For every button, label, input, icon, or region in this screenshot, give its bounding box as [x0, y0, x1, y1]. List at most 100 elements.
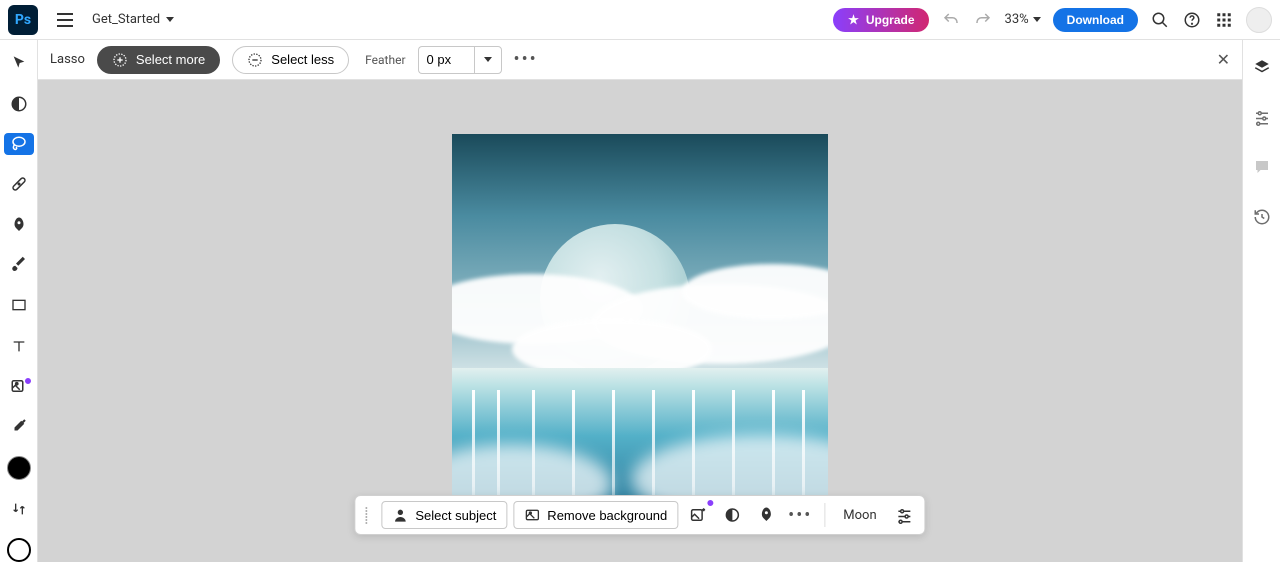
user-avatar[interactable] [1246, 7, 1272, 33]
minus-circle-icon [247, 52, 263, 68]
quick-actions-button[interactable] [752, 501, 780, 529]
rectangle-icon [11, 297, 27, 313]
context-bar: Select subject Remove background ••• Moo… [354, 495, 925, 535]
bandage-icon [10, 175, 28, 193]
select-less-button[interactable]: Select less [232, 46, 349, 74]
divider [824, 503, 825, 527]
new-feature-badge [706, 499, 714, 507]
rocket-icon [10, 216, 28, 234]
help-button[interactable] [1182, 10, 1202, 30]
redo-button[interactable] [973, 10, 993, 30]
upgrade-label: Upgrade [866, 13, 915, 27]
foreground-color[interactable] [4, 456, 34, 480]
feather-dropdown-button[interactable] [474, 46, 502, 74]
remove-background-label: Remove background [547, 508, 667, 523]
select-more-button[interactable]: Select more [97, 46, 220, 74]
move-tool[interactable] [4, 52, 34, 74]
text-tool[interactable] [4, 335, 34, 357]
select-less-label: Select less [271, 52, 334, 67]
swap-colors-button[interactable] [4, 498, 34, 520]
apps-grid-icon [1215, 11, 1233, 29]
shape-tool[interactable] [4, 294, 34, 316]
zoom-dropdown[interactable]: 33% [1005, 12, 1041, 27]
download-label: Download [1067, 13, 1124, 27]
circle-half-icon [10, 95, 28, 113]
feather-label: Feather [365, 53, 405, 67]
text-icon [11, 338, 27, 354]
header-right-group: Upgrade 33% Download [833, 7, 1272, 33]
chevron-down-icon [484, 57, 492, 62]
remove-background-button[interactable]: Remove background [513, 501, 678, 529]
lasso-icon [10, 135, 28, 153]
brush-tool[interactable] [4, 254, 34, 276]
swap-icon [11, 501, 27, 517]
artboard[interactable] [452, 134, 828, 510]
transform-tool[interactable] [4, 92, 34, 114]
sliders-icon [896, 506, 914, 524]
select-subject-button[interactable]: Select subject [381, 501, 507, 529]
generate-tool[interactable] [4, 375, 34, 397]
chevron-down-icon [166, 17, 174, 22]
layers-panel-button[interactable] [1247, 52, 1277, 82]
current-tool-label: Lasso [50, 52, 85, 67]
main-menu-button[interactable] [54, 13, 76, 27]
brush-icon [10, 256, 28, 274]
right-rail [1242, 40, 1280, 562]
download-button[interactable]: Download [1053, 8, 1138, 32]
select-subject-label: Select subject [415, 508, 496, 523]
photoshop-logo[interactable]: Ps [8, 5, 38, 35]
more-actions-button[interactable]: ••• [786, 501, 814, 529]
quick-actions-tool[interactable] [4, 213, 34, 235]
undo-button[interactable] [941, 10, 961, 30]
more-options-button[interactable]: ••• [514, 49, 538, 70]
drag-handle[interactable] [365, 504, 371, 526]
history-icon [1253, 208, 1271, 226]
color-stroke-swatch [7, 538, 31, 562]
document-name: Get_Started [92, 12, 160, 27]
feather-value-input[interactable] [418, 46, 474, 74]
rocket-icon [757, 506, 775, 524]
comment-icon [1253, 158, 1271, 176]
undo-icon [942, 11, 960, 29]
history-panel-button[interactable] [1247, 202, 1277, 232]
redo-icon [974, 11, 992, 29]
chevron-down-icon [1033, 17, 1041, 22]
apps-button[interactable] [1214, 10, 1234, 30]
app-header: Ps Get_Started Upgrade 33% Download [0, 0, 1280, 40]
properties-panel-button[interactable] [1247, 102, 1277, 132]
layers-icon [1253, 58, 1271, 76]
options-bar: Lasso Select more Select less Feather ••… [38, 40, 1242, 80]
healing-brush-tool[interactable] [4, 173, 34, 195]
active-layer-name: Moon [835, 508, 884, 523]
image-plus-icon [689, 506, 707, 524]
background-color[interactable] [4, 538, 34, 562]
select-more-label: Select more [136, 52, 205, 67]
adjustments-button[interactable] [718, 501, 746, 529]
close-options-button[interactable]: ✕ [1217, 50, 1230, 69]
search-icon [1151, 11, 1169, 29]
person-icon [392, 507, 408, 523]
move-cursor-icon [11, 55, 27, 71]
eyedropper-icon [10, 417, 28, 435]
help-icon [1183, 11, 1201, 29]
more-dots-icon: ••• [788, 505, 812, 526]
color-fill-swatch [7, 456, 31, 480]
new-feature-badge [24, 377, 32, 385]
upgrade-button[interactable]: Upgrade [833, 8, 929, 32]
star-icon [847, 13, 860, 26]
left-toolbar [0, 40, 38, 562]
layer-properties-button[interactable] [891, 501, 919, 529]
canvas-area[interactable] [38, 80, 1242, 562]
search-button[interactable] [1150, 10, 1170, 30]
plus-circle-icon [112, 52, 128, 68]
document-title-dropdown[interactable]: Get_Started [92, 12, 174, 27]
feather-input-group [418, 46, 502, 74]
comments-panel-button[interactable] [1247, 152, 1277, 182]
zoom-value: 33% [1005, 12, 1029, 27]
generate-button[interactable] [684, 501, 712, 529]
sliders-icon [1253, 108, 1271, 126]
circle-half-icon [723, 506, 741, 524]
lasso-tool[interactable] [4, 133, 34, 155]
eyedropper-tool[interactable] [4, 415, 34, 437]
image-icon [524, 507, 540, 523]
